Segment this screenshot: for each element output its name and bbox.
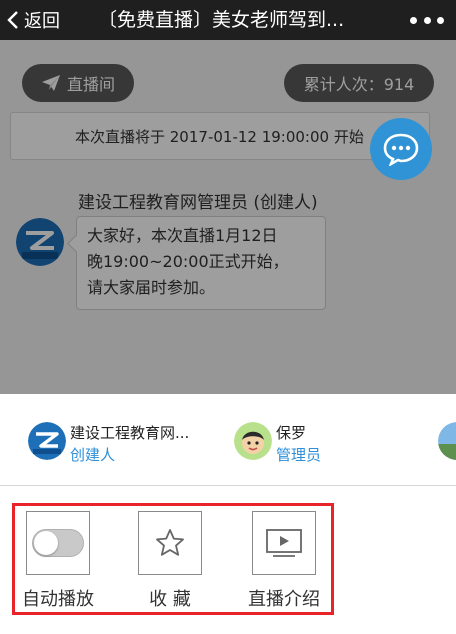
landscape-avatar-icon (438, 422, 456, 460)
sender-avatar (16, 218, 64, 266)
message-line: 晚19:00~20:00正式开始， (87, 252, 289, 271)
send-icon (41, 75, 60, 91)
participant-item[interactable]: 建设工程教育网... 创建人 (28, 422, 189, 470)
participant-info: 保罗 管理员 (276, 422, 321, 466)
participant-list: 建设工程教育网... 创建人 保罗 管理员 (0, 394, 456, 486)
participant-role: 创建人 (70, 446, 116, 464)
message-line: 大家好，本次直播1月12日 (87, 226, 278, 245)
participant-item[interactable] (438, 422, 456, 470)
favorite-box (138, 511, 202, 575)
chat-button[interactable] (370, 118, 432, 180)
back-label: 返回 (24, 11, 60, 32)
site-logo-icon (16, 218, 64, 266)
participant-item[interactable]: 保罗 管理员 (234, 422, 321, 470)
chevron-left-icon (7, 11, 18, 29)
back-button[interactable]: 返回 (0, 0, 60, 40)
message-bubble: 大家好，本次直播1月12日 晚19:00~20:00正式开始， 请大家届时参加。 (76, 216, 326, 310)
chat-area: 直播间 累计人次：914 本次直播将于 2017-01-12 19:00:00 … (0, 40, 456, 394)
live-intro-box (252, 511, 316, 575)
live-intro-button[interactable]: 直播介绍 (229, 511, 339, 611)
participant-info: 建设工程教育网... 创建人 (70, 422, 189, 466)
favorite-button[interactable]: 收 藏 (115, 511, 225, 611)
participant-name: 建设工程教育网... (70, 424, 190, 442)
autoplay-toggle[interactable]: 自动播放 (3, 511, 113, 611)
action-panel: 自动播放 收 藏 直播介绍 (12, 503, 334, 615)
message-line: 请大家届时参加。 (87, 278, 216, 297)
live-room-tab[interactable]: 直播间 (22, 64, 134, 102)
more-options-button[interactable] (410, 12, 444, 28)
more-dot-icon (423, 16, 431, 24)
autoplay-label: 自动播放 (22, 589, 94, 610)
live-room-page: 返回 〔免费直播〕美女老师驾到... 直播间 累计人次：914 本次直播将于 2… (0, 0, 456, 634)
start-notice: 本次直播将于 2017-01-12 19:00:00 开始 (10, 112, 430, 160)
sender-name: 建设工程教育网管理员 (创建人) (78, 193, 318, 213)
autoplay-box (26, 511, 90, 575)
participant-name: 保罗 (276, 424, 307, 442)
participant-role: 管理员 (276, 446, 322, 464)
more-dot-icon (410, 16, 417, 24)
participant-avatar (438, 422, 456, 460)
video-play-icon (266, 529, 302, 557)
cartoon-avatar-icon (234, 422, 272, 460)
chat-bubble-icon (383, 133, 419, 166)
visit-count-badge: 累计人次：914 (284, 64, 434, 102)
live-intro-label: 直播介绍 (248, 589, 320, 610)
more-dot-icon (437, 16, 444, 24)
page-title: 〔免费直播〕美女老师驾到... (98, 9, 345, 31)
live-room-label: 直播间 (66, 75, 115, 94)
site-logo-icon (28, 422, 66, 460)
nav-bar: 返回 〔免费直播〕美女老师驾到... (0, 0, 456, 40)
favorite-label: 收 藏 (149, 589, 191, 610)
toggle-knob (34, 531, 58, 555)
toggle-switch[interactable] (32, 529, 84, 557)
participant-avatar (234, 422, 272, 460)
participant-avatar (28, 422, 66, 460)
star-icon (156, 529, 184, 556)
